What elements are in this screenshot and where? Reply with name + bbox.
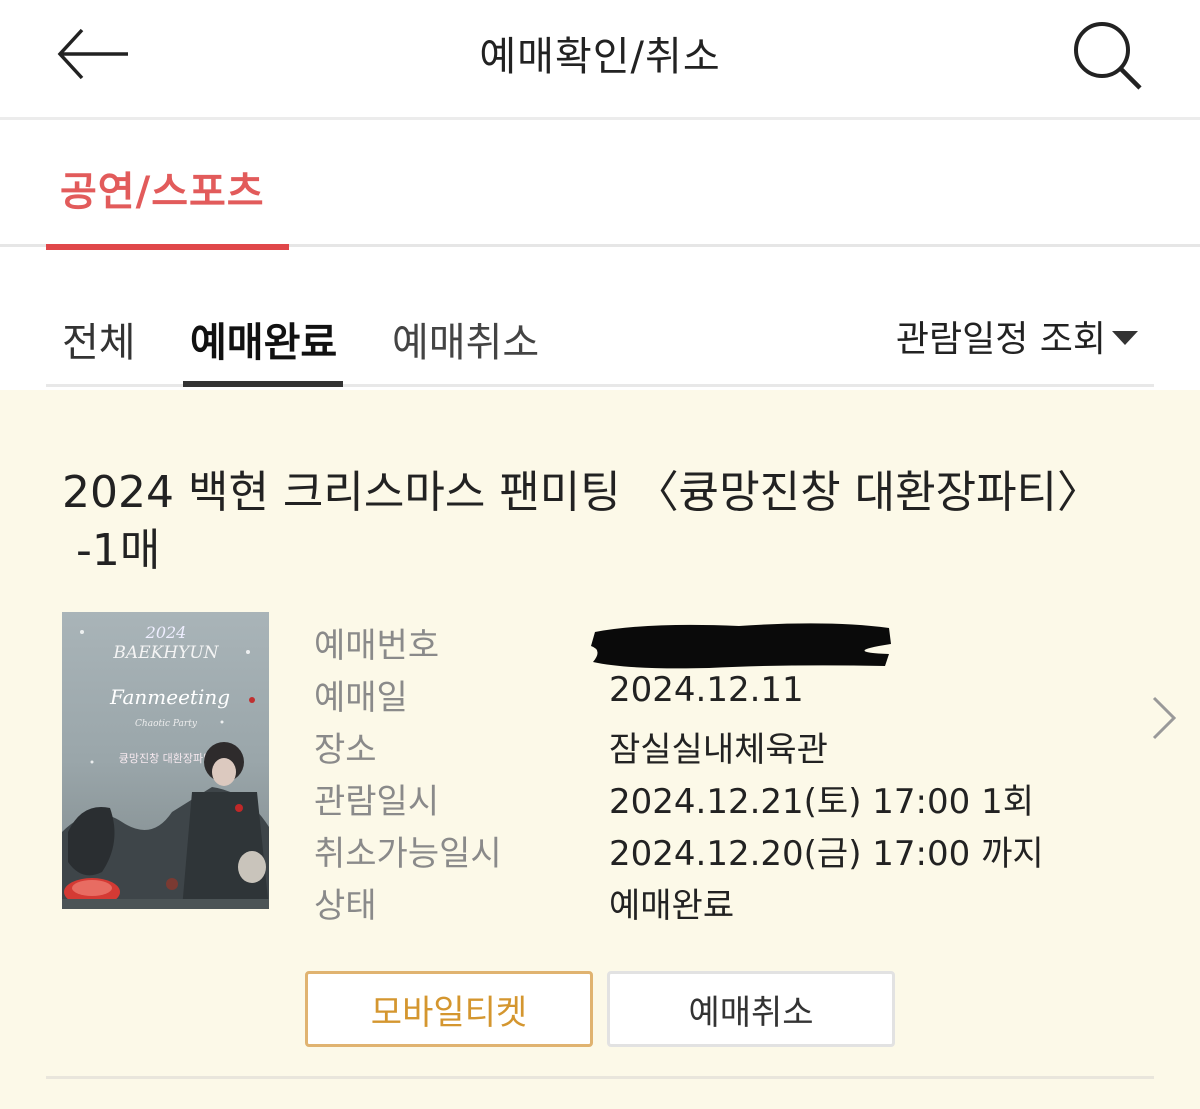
tab-label: 공연/스포츠 bbox=[60, 169, 265, 215]
status-tab-bar: 전체 예매완료 예매취소 관람일정 조회 bbox=[46, 290, 1154, 387]
poster-year: 2024 bbox=[145, 623, 187, 642]
caret-down-icon bbox=[1112, 331, 1138, 345]
detail-value: 잠실실내체육관 bbox=[609, 730, 828, 770]
event-title: 2024 백현 크리스마스 팬미팅 〈큥망진창 대환장파티〉 bbox=[62, 467, 1102, 518]
detail-value: 예매완료 bbox=[609, 886, 735, 926]
detail-label: 예매일 bbox=[314, 678, 408, 718]
active-tab-indicator bbox=[183, 381, 343, 387]
tab-performance-sports[interactable]: 공연/스포츠 bbox=[46, 123, 289, 250]
mobile-ticket-button[interactable]: 모바일티켓 bbox=[305, 971, 593, 1047]
detail-value: 2024.12.20(금) 17:00 까지 bbox=[609, 834, 1044, 874]
poster-korean-title: 큥망진창 대환장파티 bbox=[119, 752, 214, 765]
cancel-booking-button[interactable]: 예매취소 bbox=[607, 971, 895, 1047]
tab-all[interactable]: 전체 bbox=[62, 310, 136, 368]
active-tab-indicator bbox=[46, 244, 289, 250]
app-header: 예매확인/취소 bbox=[0, 0, 1200, 120]
redaction-mark bbox=[591, 623, 891, 669]
chevron-right-icon bbox=[1152, 696, 1177, 740]
booking-title: 2024 백현 크리스마스 팬미팅 〈큥망진창 대환장파티〉 -1매 bbox=[62, 464, 1122, 580]
page-title: 예매확인/취소 bbox=[479, 34, 721, 80]
detail-value: 2024.12.11 bbox=[609, 670, 804, 710]
detail-label: 관람일시 bbox=[314, 782, 440, 822]
detail-label: 상태 bbox=[314, 886, 377, 926]
search-button[interactable] bbox=[1068, 20, 1148, 92]
detail-value: 2024.12.21(토) 17:00 1회 bbox=[609, 782, 1034, 822]
ticket-quantity: -1매 bbox=[76, 525, 161, 576]
booking-detail-link[interactable] bbox=[1146, 690, 1182, 746]
divider bbox=[46, 1076, 1154, 1079]
poster-artist: BAEKHYUN bbox=[112, 643, 219, 663]
event-poster[interactable]: 2024 BAEKHYUN Fanmeeting Chaotic Party 큥… bbox=[62, 612, 269, 909]
search-icon bbox=[1074, 22, 1142, 90]
poster-event: Fanmeeting bbox=[109, 685, 230, 709]
detail-label: 장소 bbox=[314, 730, 377, 770]
schedule-filter-label: 관람일정 조회 bbox=[895, 319, 1106, 360]
booking-card: 2024 백현 크리스마스 팬미팅 〈큥망진창 대환장파티〉 -1매 2024 … bbox=[0, 390, 1200, 1109]
tab-booking-cancelled[interactable]: 예매취소 bbox=[392, 310, 539, 368]
detail-label: 취소가능일시 bbox=[314, 834, 502, 874]
poster-subtitle: Chaotic Party bbox=[135, 719, 198, 729]
category-tab-bar: 공연/스포츠 bbox=[0, 123, 1200, 250]
detail-label: 예매번호 bbox=[314, 626, 440, 666]
schedule-filter-dropdown[interactable]: 관람일정 조회 bbox=[896, 310, 1138, 362]
poster-image: 2024 BAEKHYUN Fanmeeting Chaotic Party 큥… bbox=[62, 612, 269, 909]
tab-booking-complete[interactable]: 예매완료 bbox=[190, 310, 337, 368]
